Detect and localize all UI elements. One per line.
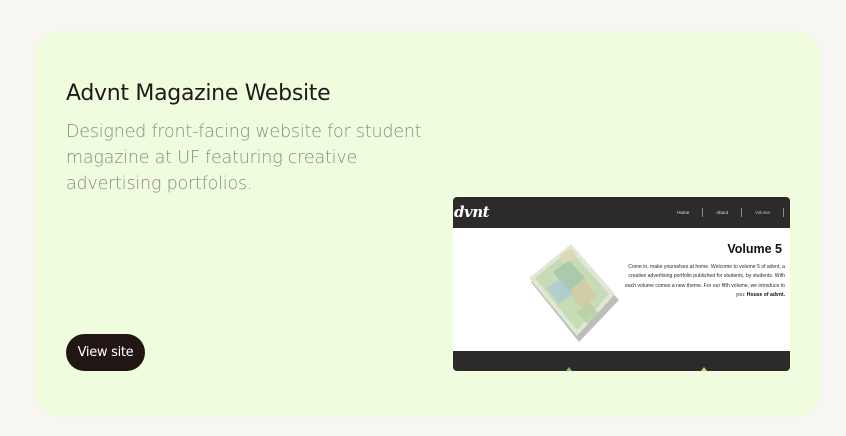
preview-volume-title: Volume 5	[727, 242, 782, 256]
preview-volume-theme: House of advnt.	[746, 291, 785, 298]
magazine-cover-image	[529, 244, 619, 342]
preview-nav-about: About	[702, 208, 741, 217]
preview-logo: dvnt	[454, 203, 490, 221]
preview-volume-text: Come in, make yourselves at home. Welcom…	[625, 263, 785, 300]
project-title: Advnt Magazine Website	[66, 81, 331, 106]
view-site-button[interactable]: View site	[66, 334, 145, 371]
project-description: Designed front-facing website for studen…	[66, 122, 422, 194]
preview-nav-links: Home About Volume	[664, 197, 784, 228]
preview-nav-volume: Volume	[740, 208, 784, 217]
preview-hero: Volume 5 Come in, make yourselves at hom…	[453, 228, 790, 351]
preview-footer-decoration	[566, 367, 707, 371]
website-preview-screenshot: dvnt Home About Volume Volume 5 Come in,…	[453, 197, 790, 371]
preview-nav-home: Home	[677, 210, 690, 215]
preview-footer	[453, 351, 790, 371]
project-card: Advnt Magazine Website Designed front-fa…	[35, 31, 821, 417]
preview-navbar: dvnt Home About Volume	[453, 197, 790, 228]
